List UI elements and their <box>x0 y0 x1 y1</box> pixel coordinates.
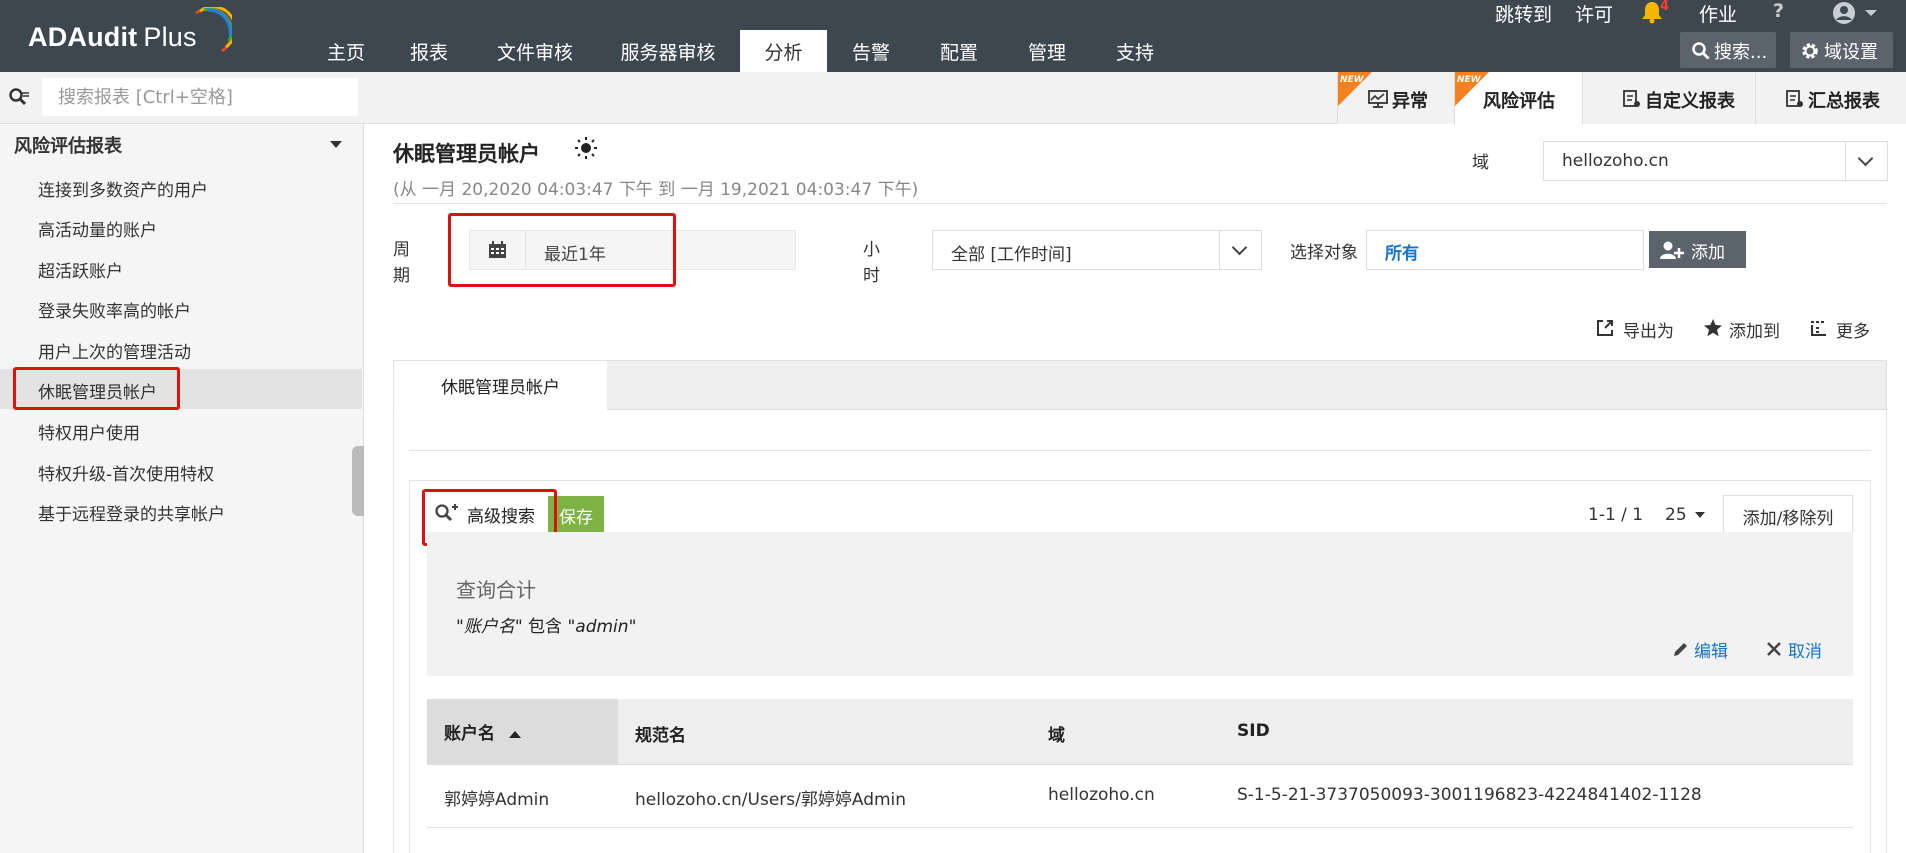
nav-file-audit[interactable]: 文件审核 <box>474 30 596 72</box>
query-summary <box>427 532 1853 676</box>
gear-icon <box>1802 43 1818 59</box>
sidebar-item[interactable]: 高活动量的账户 <box>0 207 362 247</box>
query-condition: "账户名" 包含 "admin" <box>456 617 637 637</box>
close-icon <box>1767 642 1781 656</box>
cell-sid: S-1-5-21-3737050093-3001196823-422484140… <box>1237 785 1702 805</box>
main-nav: 主页 报表 文件审核 服务器审核 分析 告警 配置 管理 支持 <box>308 30 1179 72</box>
domain-label: 域 <box>1472 153 1489 173</box>
custom-report-icon <box>1623 90 1640 107</box>
nav-admin[interactable]: 管理 <box>1003 30 1091 72</box>
report-search-input[interactable] <box>42 78 358 116</box>
tab-risk-assessment[interactable]: NEW 风险评估 <box>1454 72 1582 125</box>
help-icon[interactable]: ? <box>1773 0 1784 26</box>
cell-canonical: hellozoho.cn/Users/郭婷婷Admin <box>635 790 907 810</box>
app-logo[interactable]: ADAudit Plus <box>28 22 197 53</box>
sidebar-item[interactable]: 用户上次的管理活动 <box>0 329 362 369</box>
chevron-down-icon <box>1231 239 1248 256</box>
star-icon <box>1704 319 1722 337</box>
global-search-button[interactable]: 搜索... <box>1680 32 1776 68</box>
sidebar: 风险评估报表 连接到多数资产的用户 高活动量的账户 超活跃账户 登录失败率高的帐… <box>0 124 364 853</box>
sun-icon[interactable] <box>574 136 598 160</box>
tab-summary-reports[interactable]: 汇总报表 <box>1755 72 1906 124</box>
nav-server-audit[interactable]: 服务器审核 <box>596 30 740 72</box>
add-object-button[interactable]: 添加 <box>1649 231 1746 268</box>
query-summary-title: 查询合计 <box>456 578 536 602</box>
more-button[interactable]: 更多 <box>1810 317 1870 342</box>
tab-custom-reports[interactable]: 自定义报表 <box>1582 72 1755 124</box>
nav-support[interactable]: 支持 <box>1091 30 1179 72</box>
chevron-down-icon <box>1857 150 1874 167</box>
logo-arc-icon <box>195 7 232 53</box>
sort-up-icon <box>508 730 521 738</box>
export-icon <box>1597 320 1613 336</box>
sidebar-item[interactable]: 超活跃账户 <box>0 248 362 288</box>
advanced-search-button[interactable]: 高级搜索 <box>434 502 535 527</box>
cell-account: 郭婷婷Admin <box>444 790 550 810</box>
cancel-query-button[interactable]: 取消 <box>1766 637 1822 662</box>
sidebar-collapse-handle[interactable] <box>352 446 364 516</box>
edit-query-button[interactable]: 编辑 <box>1672 637 1728 662</box>
report-search-icon <box>9 88 29 106</box>
magnifier-plus-icon <box>435 504 458 521</box>
select-object-label: 选择对象 <box>1290 243 1358 263</box>
sidebar-item[interactable]: 登录失败率高的帐户 <box>0 288 362 328</box>
tab-anomaly[interactable]: NEW 异常 <box>1337 72 1454 124</box>
sidebar-item[interactable]: 连接到多数资产的用户 <box>0 167 362 207</box>
add-to-button[interactable]: 添加到 <box>1703 317 1780 342</box>
pencil-icon <box>1674 643 1687 656</box>
sidebar-title[interactable]: 风险评估报表 <box>14 132 122 158</box>
nav-home[interactable]: 主页 <box>308 30 384 72</box>
cell-domain: hellozoho.cn <box>1048 785 1155 805</box>
monitor-chart-icon <box>1368 90 1388 108</box>
report-title: 休眠管理员帐户 <box>393 142 540 166</box>
license-link[interactable]: 许可 <box>1575 0 1613 26</box>
sidebar-item[interactable]: 特权升级-首次使用特权 <box>0 451 362 491</box>
report-date-range: (从 一月 20,2020 04:03:47 下午 到 一月 19,2021 0… <box>393 180 919 200</box>
sidebar-item[interactable]: 特权用户使用 <box>0 410 362 450</box>
period-picker[interactable]: 最近1年 <box>469 230 796 270</box>
table-row-divider <box>427 827 1853 828</box>
report-category-tabs: NEW 异常 NEW 风险评估 自定义报表 汇总报表 <box>1337 72 1906 125</box>
domain-settings-button[interactable]: 域设置 <box>1790 32 1893 68</box>
hour-label: 小 时 <box>863 240 880 286</box>
page-size-select[interactable]: 25 <box>1665 505 1706 525</box>
more-icon <box>1811 321 1826 336</box>
domain-select[interactable]: hellozoho.cn <box>1543 141 1888 181</box>
period-label: 周 期 <box>393 240 410 286</box>
tab-dormant-admin[interactable]: 休眠管理员帐户 <box>394 361 607 411</box>
summary-report-icon <box>1786 90 1803 107</box>
jump-to-link[interactable]: 跳转到 <box>1495 0 1552 26</box>
column-header-domain[interactable]: 域 <box>1048 721 1065 746</box>
caret-down-icon <box>1695 512 1706 518</box>
nav-config[interactable]: 配置 <box>915 30 1003 72</box>
nav-alerts[interactable]: 告警 <box>827 30 915 72</box>
column-header-sid[interactable]: SID <box>1237 721 1270 741</box>
add-remove-columns-button[interactable]: 添加/移除列 <box>1723 495 1853 533</box>
top-bar: ADAudit Plus 主页 报表 文件审核 服务器审核 分析 告警 配置 管理… <box>0 0 1906 72</box>
hour-select[interactable]: 全部 [工作时间] <box>932 230 1262 270</box>
nav-reports[interactable]: 报表 <box>384 30 474 72</box>
jobs-link[interactable]: 作业 <box>1699 0 1737 26</box>
export-button[interactable]: 导出为 <box>1596 317 1674 342</box>
sidebar-item[interactable]: 基于远程登录的共享帐户 <box>0 491 362 531</box>
nav-analytics[interactable]: 分析 <box>740 30 827 72</box>
pagination-info: 1-1 / 1 <box>1588 505 1644 525</box>
column-header-canonical[interactable]: 规范名 <box>635 721 686 746</box>
notification-count: 4 <box>1660 0 1670 14</box>
caret-down-icon[interactable] <box>330 141 342 148</box>
search-icon <box>1692 42 1710 60</box>
object-selector[interactable]: 所有 <box>1366 230 1644 270</box>
sidebar-item-active[interactable]: 休眠管理员帐户 <box>0 369 362 409</box>
user-avatar-icon[interactable] <box>1832 1 1880 25</box>
add-user-icon <box>1660 241 1684 259</box>
column-header-account[interactable]: 账户名 <box>444 719 521 744</box>
save-button[interactable]: 保存 <box>548 496 604 532</box>
calendar-icon <box>489 241 506 258</box>
report-panel-tabs <box>393 360 1887 410</box>
